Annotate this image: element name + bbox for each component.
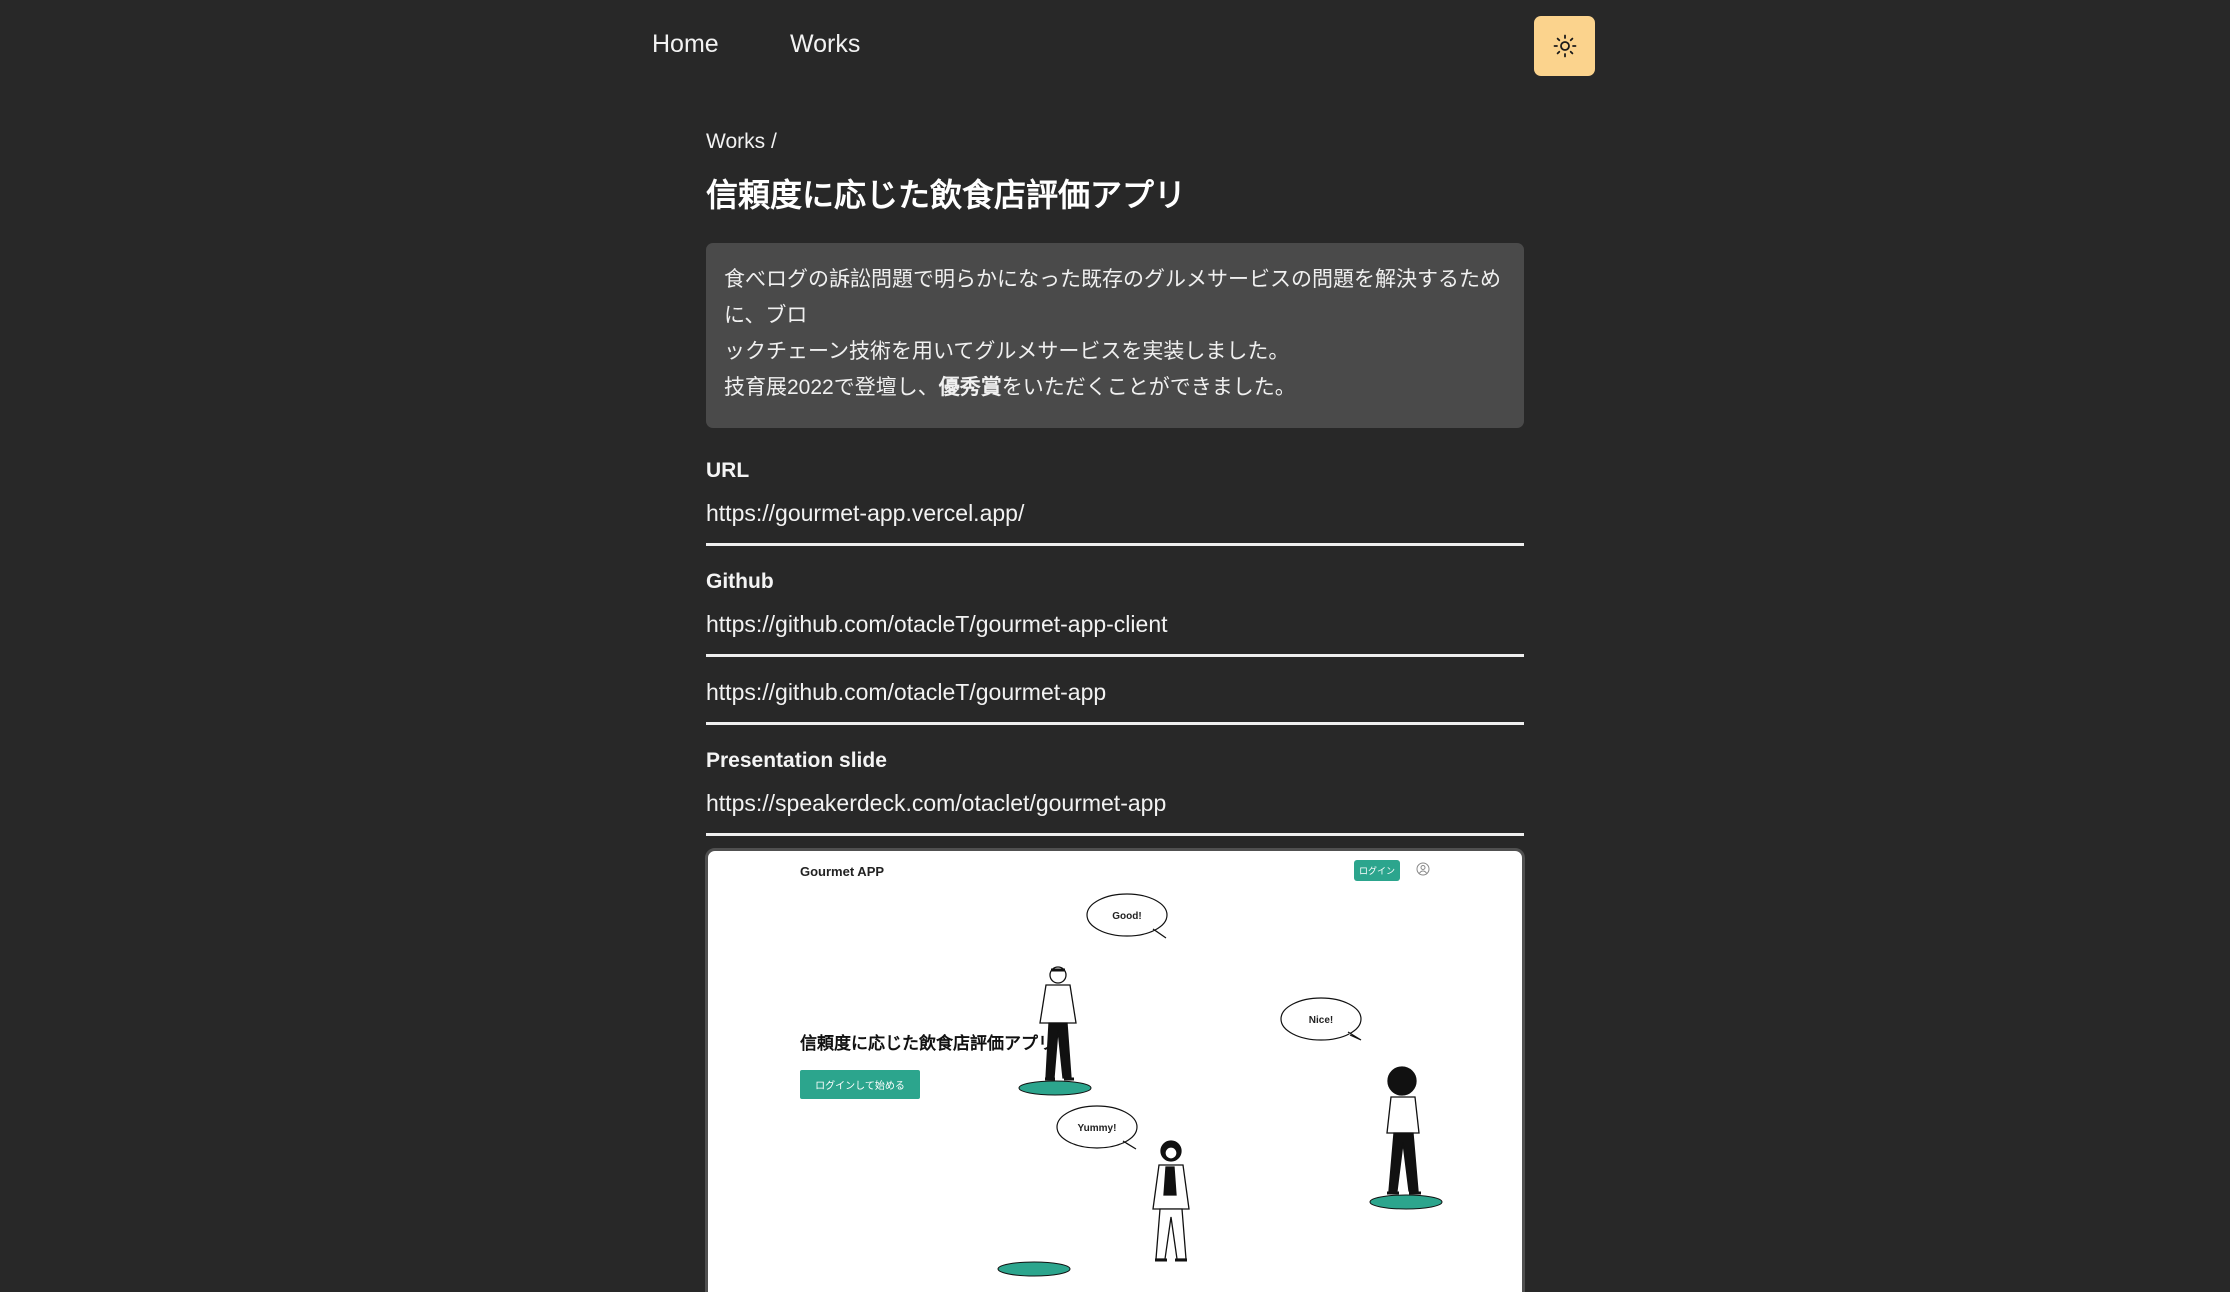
github-repo-link[interactable]: https://github.com/otacleT/gourmet-app <box>706 679 1524 725</box>
nav-home-link[interactable]: Home <box>652 30 719 59</box>
bubble-yummy: Yummy! <box>1056 1105 1138 1150</box>
page-title: 信頼度に応じた飲食店評価アプリ <box>706 177 1187 213</box>
breadcrumb[interactable]: Works / <box>706 130 1524 156</box>
github-label: Github <box>706 570 774 593</box>
description-award-prefix: 技育展2022で登壇し、 <box>724 376 939 399</box>
description-line-2: ックチェーン技術を用いてグルメサービスを実装しました。 <box>724 340 1290 363</box>
work-detail: Works / 信頼度に応じた飲食店評価アプリ 食べログの訴訟問題で明らかになっ… <box>706 130 1524 836</box>
bubble-good: Good! <box>1086 893 1168 939</box>
description-line-1: 食べログの訴訟問題で明らかになった既存のグルメサービスの問題を解決するために、ブ… <box>724 268 1501 327</box>
url-label: URL <box>706 459 750 482</box>
bubble-yummy-text: Yummy! <box>1078 1123 1117 1134</box>
person-illustration-1 <box>1039 966 1077 1081</box>
theme-toggle-button[interactable] <box>1534 16 1595 76</box>
github-section: Github https://github.com/otacleT/gourme… <box>706 570 1524 725</box>
person-illustration-3 <box>1152 1140 1190 1262</box>
app-url-link[interactable]: https://gourmet-app.vercel.app/ <box>706 500 1524 546</box>
description-box: 食べログの訴訟問題で明らかになった既存のグルメサービスの問題を解決するために、ブ… <box>706 243 1524 428</box>
presentation-label: Presentation slide <box>706 749 887 772</box>
bubble-nice: Nice! <box>1280 997 1362 1041</box>
person-illustration-2 <box>1386 1066 1421 1195</box>
bubble-nice-text: Nice! <box>1309 1015 1333 1026</box>
description-award-suffix: をいただくことができました。 <box>1001 376 1296 399</box>
presentation-section: Presentation slide https://speakerdeck.c… <box>706 749 1524 836</box>
preview-illustration: Good! Nice! Yummy! <box>997 893 1443 1277</box>
github-client-link[interactable]: https://github.com/otacleT/gourmet-app-c… <box>706 611 1524 657</box>
presentation-slide-link[interactable]: https://speakerdeck.com/otaclet/gourmet-… <box>706 790 1524 836</box>
nav-works-link[interactable]: Works <box>790 30 860 59</box>
bubble-good-text: Good! <box>1112 911 1141 922</box>
top-nav: Home Works <box>0 0 2230 96</box>
app-screenshot-preview: Gourmet APP ログイン 信頼度に応じた飲食店評価アプリ ログインして始… <box>705 848 1525 1292</box>
award-name: 優秀賞 <box>938 376 1002 399</box>
sun-icon <box>1553 34 1576 58</box>
description-line-3: 技育展2022で登壇し、優秀賞をいただくことができました。 <box>724 370 1506 406</box>
url-section: URL https://gourmet-app.vercel.app/ <box>706 459 1524 546</box>
